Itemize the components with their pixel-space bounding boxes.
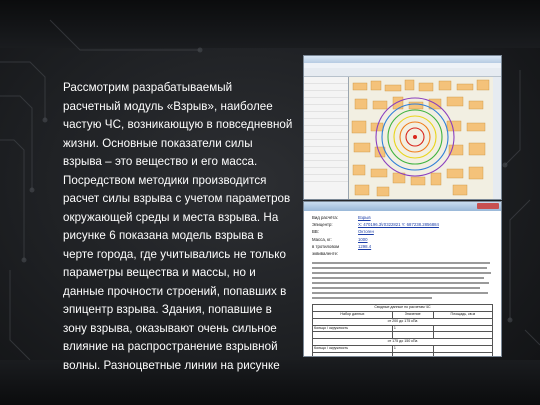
table-row: от 175 до 150 кПа (312, 338, 493, 346)
report-field-label: ВВ: (312, 229, 319, 235)
table-row: Кольцо / окружность 1 (312, 324, 494, 333)
layers-panel (304, 77, 349, 199)
table-group-cell: от 175 до 150 кПа (312, 338, 493, 346)
report-description (312, 260, 493, 302)
report-field-value: Взрыв (358, 215, 371, 220)
report-field-label: Масса, кг: (312, 236, 332, 242)
summary-table-body: от 200 до 175 кПа Кольцо / окружность 1 от … (312, 317, 494, 356)
table-cell (432, 351, 494, 356)
table-cell (312, 351, 393, 356)
report-field-value: 1298.4 (358, 243, 372, 249)
table-row (312, 351, 494, 356)
table-cell (391, 331, 434, 340)
report-field-label: Вид расчёта: (312, 215, 338, 220)
table-row: Кольцо / окружность 1 (312, 345, 494, 353)
report-field: Масса, кг: 1000 (312, 236, 493, 243)
report-field-label: Эпицентр: (312, 222, 333, 228)
report-field: в тротиловом эквиваленте: 1298.4 (312, 243, 493, 257)
map-app-screenshot (303, 55, 502, 200)
summary-table-column-header: Значение (391, 311, 434, 319)
table-cell: 1 (391, 324, 434, 333)
map-drawing (349, 77, 493, 199)
map-scroll-panel (493, 77, 501, 199)
report-window-screenshot: Вид расчёта: Взрыв Эпицентр: X: 470196.3\r0… (303, 201, 502, 357)
report-field: Вид расчёта: Взрыв (312, 214, 493, 221)
report-fields: Вид расчёта: Взрыв Эпицентр: X: 470196.3\r0… (312, 214, 493, 257)
summary-table-column-header: Площадь, кв.м (432, 311, 494, 319)
summary-table-column-header: Набор данных (312, 311, 393, 319)
window-controls (477, 203, 499, 209)
report-description-lines (312, 262, 491, 300)
report-field-label: в тротиловом эквиваленте: (312, 243, 340, 257)
table-cell (432, 345, 494, 353)
table-cell (432, 324, 494, 333)
report-field: Эпицентр: X: 470196.3\r0322821 Y: 687238.… (312, 221, 493, 228)
table-row: от 200 до 175 кПа (312, 317, 493, 326)
table-cell (432, 331, 494, 340)
table-cell (312, 331, 393, 340)
summary-table-title: Сводные данные по расчетам ЧС (312, 304, 493, 313)
report-field-value: Октоген (358, 229, 374, 235)
report-field: ВВ: Октоген (312, 228, 493, 235)
slide-body-text: Рассмотрим разрабатываемый расчетный мод… (63, 81, 293, 372)
slide-background: Рассмотрим разрабатываемый расчетный мод… (0, 0, 540, 405)
city-map-view (349, 77, 493, 199)
report-window-titlebar (304, 202, 501, 211)
table-group-cell: от 200 до 175 кПа (312, 317, 493, 326)
report-content: Вид расчёта: Взрыв Эпицентр: X: 470196.3\r0… (304, 211, 501, 356)
table-cell (391, 351, 434, 356)
table-cell: Кольцо / окружность (312, 345, 393, 353)
table-row (312, 331, 494, 340)
map-window-toolbar (304, 68, 501, 77)
report-field-value: 1000 (358, 236, 368, 242)
report-field-value: X: 470196.3\r0322821 Y: 687238.2856884 (358, 222, 439, 228)
table-cell: 1 (391, 345, 434, 353)
summary-table-header: Набор данных Значение Площадь, кв.м (312, 311, 494, 319)
table-cell: Кольцо / окружность (312, 324, 393, 333)
summary-table: Сводные данные по расчетам ЧС Набор данн… (312, 304, 494, 356)
map-window-titlebar (304, 56, 501, 63)
